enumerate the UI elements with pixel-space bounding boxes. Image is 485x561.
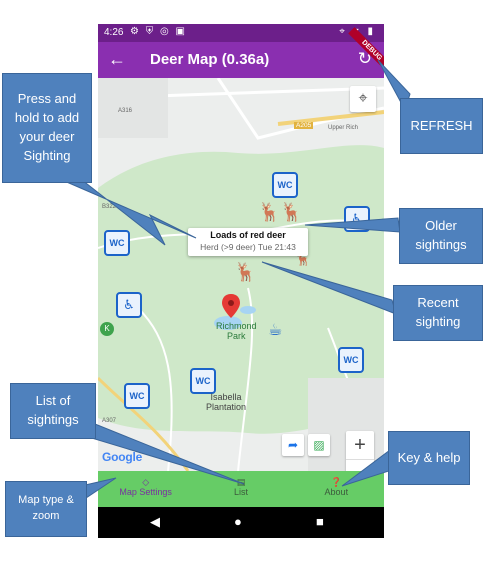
shield-icon: ⛨ [145, 26, 156, 37]
road-label: A316 [118, 108, 133, 114]
map-view[interactable]: A205 A316 Upper Rich B322 A307 ⌖ WC WC W… [98, 78, 384, 471]
callout-map-type-zoom: Map type & zoom [5, 481, 87, 537]
toilet-marker[interactable]: WC [104, 230, 130, 256]
plantation-label: Isabella Plantation [206, 392, 247, 412]
location-icon: ⌖ [339, 26, 348, 37]
help-icon: ❓ [330, 477, 342, 487]
parking-icon[interactable]: ♿ [116, 292, 142, 318]
status-left-icons: ⚙ ⛨ ◎ ▣ [130, 26, 187, 37]
older-sighting-marker[interactable]: 🦌🦌 [258, 202, 303, 223]
toilet-marker[interactable]: WC [272, 172, 298, 198]
diamond-icon: ◇ [142, 477, 150, 487]
system-recents-icon[interactable]: ■ [316, 514, 324, 529]
app-bar: ← Deer Map (0.36a) ↻ [98, 42, 384, 78]
status-bar: 4:26 ⚙ ⛨ ◎ ▣ ⌖ ▾ ▮ [98, 24, 384, 42]
zoom-out-button[interactable]: − [346, 459, 374, 471]
callout-older-sightings: Older sightings [399, 208, 483, 264]
settings-icon: ⚙ [130, 26, 141, 37]
callout-list-of-sightings: List of sightings [10, 383, 96, 439]
cafe-icon[interactable]: ☕ [268, 320, 282, 340]
callout-key-help: Key & help [388, 431, 470, 485]
list-icon: ▤ [236, 477, 246, 487]
back-arrow-icon[interactable]: ← [108, 49, 126, 70]
zoom-controls: + − [346, 431, 374, 471]
nav-label: About [324, 487, 349, 497]
recent-sighting-marker[interactable]: 🦌 [234, 262, 256, 283]
sighting-popup[interactable]: Loads of red deer Herd (>9 deer) Tue 21:… [188, 228, 308, 256]
road-label: Upper Rich [328, 125, 359, 131]
system-back-icon[interactable]: ◀ [150, 514, 160, 530]
zoom-in-button[interactable]: + [346, 431, 374, 459]
page-title: Deer Map (0.36a) [150, 51, 270, 68]
bottom-nav: ◇ Map Settings ▤ List ❓ About [98, 471, 384, 507]
callout-recent-sighting: Recent sighting [393, 285, 483, 341]
nav-about[interactable]: ❓ About [289, 471, 384, 507]
google-attribution: Google [102, 450, 143, 464]
map-pin-icon[interactable] [222, 294, 240, 318]
nav-label: Map Settings [119, 487, 172, 497]
at-icon: ◎ [160, 26, 171, 37]
nav-list[interactable]: ▤ List [193, 471, 288, 507]
nav-map-settings[interactable]: ◇ Map Settings [98, 471, 193, 507]
map-toolbar: ➦ ▨ [282, 434, 330, 456]
callout-refresh: REFRESH [400, 98, 483, 154]
google-maps-icon[interactable]: ▨ [308, 434, 330, 456]
battery-icon: ▮ [367, 26, 376, 37]
toilet-marker[interactable]: WC [338, 347, 364, 373]
park-label: Richmond Park [216, 321, 257, 341]
my-location-button[interactable]: ⌖ [350, 86, 376, 112]
toilet-marker[interactable]: WC [190, 368, 216, 394]
clipboard-icon: ▣ [175, 26, 187, 37]
park-info-icon[interactable]: K [100, 322, 114, 336]
system-home-icon[interactable]: ● [234, 514, 242, 529]
road-label: B322 [102, 204, 117, 210]
callout-press-hold: Press and hold to add your deer Sighting [2, 73, 92, 183]
crosshair-icon: ⌖ [358, 90, 368, 107]
toilet-marker[interactable]: WC [124, 383, 150, 409]
parking-icon[interactable]: ♿ [344, 206, 370, 232]
system-nav-bar: ◀ ● ■ [98, 507, 384, 538]
road-label: A307 [102, 418, 117, 424]
status-time: 4:26 [104, 27, 124, 38]
phone-screen: 4:26 ⚙ ⛨ ◎ ▣ ⌖ ▾ ▮ ← Deer Map (0.36a) ↻ … [98, 24, 384, 538]
road-label: A205 [294, 122, 314, 129]
nav-label: List [233, 487, 248, 497]
directions-icon[interactable]: ➦ [282, 434, 304, 456]
popup-subtitle: Herd (>9 deer) Tue 21:43 [200, 242, 296, 252]
popup-title: Loads of red deer [210, 230, 286, 240]
